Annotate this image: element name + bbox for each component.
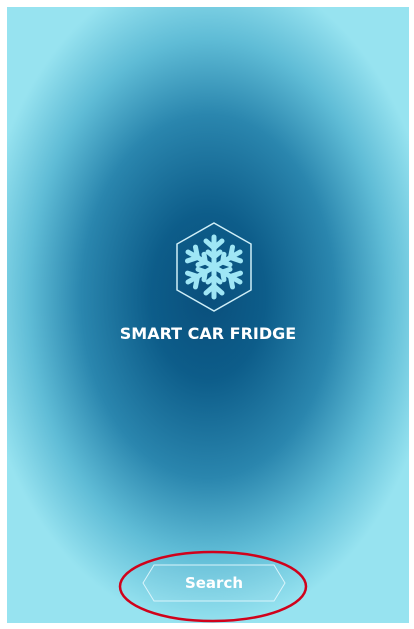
snowflake-icon xyxy=(176,222,252,312)
search-button-label: Search xyxy=(184,574,244,592)
search-button[interactable]: Search xyxy=(142,564,286,602)
splash-screen: SMART CAR FRIDGE Search xyxy=(7,7,409,623)
app-title: SMART CAR FRIDGE xyxy=(119,324,297,343)
